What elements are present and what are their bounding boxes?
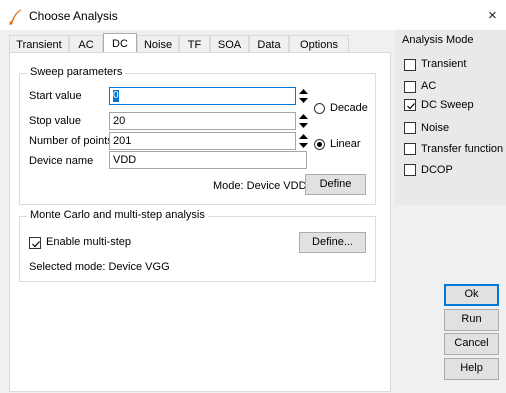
transient-mode-label: Transient <box>421 58 467 70</box>
checkmark-icon <box>32 241 40 248</box>
linear-radio[interactable] <box>314 139 325 150</box>
number-of-points-label: Number of points <box>29 135 113 147</box>
noise-checkbox[interactable] <box>404 122 416 134</box>
start-value-text: 0 <box>113 90 119 103</box>
stop-value-input[interactable]: 20 <box>109 112 296 130</box>
number-of-points-input[interactable]: 201 <box>109 132 296 150</box>
window-title: Choose Analysis <box>29 9 118 23</box>
transfer-function-mode-label: Transfer function <box>421 143 504 155</box>
stop-value-spinner-icon[interactable] <box>298 112 309 130</box>
checkmark-icon <box>407 103 415 110</box>
tab-ac[interactable]: AC <box>69 35 103 53</box>
tab-data[interactable]: Data <box>249 35 289 53</box>
linear-label: Linear <box>330 138 361 150</box>
tab-noise[interactable]: Noise <box>137 35 179 53</box>
device-name-input[interactable]: VDD <box>109 151 307 169</box>
enable-multi-step-label: Enable multi-step <box>46 236 131 248</box>
transfer-function-checkbox[interactable] <box>404 143 416 155</box>
stop-value-label: Stop value <box>29 115 81 127</box>
ok-button[interactable]: Ok <box>444 284 499 306</box>
monte-carlo-define-button[interactable]: Define... <box>299 232 366 253</box>
start-value-spinner-icon[interactable] <box>298 87 309 105</box>
app-icon <box>9 9 22 25</box>
transient-checkbox[interactable] <box>404 59 416 71</box>
start-value-label: Start value <box>29 90 82 102</box>
tab-soa[interactable]: SOA <box>210 35 249 53</box>
enable-multi-step-checkbox[interactable] <box>29 237 41 249</box>
close-button[interactable]: × <box>488 7 497 24</box>
sweep-parameters-title: Sweep parameters <box>27 66 126 78</box>
device-name-label: Device name <box>29 155 94 167</box>
monte-carlo-title: Monte Carlo and multi-step analysis <box>27 209 208 221</box>
analysis-mode-panel <box>395 30 506 205</box>
noise-mode-label: Noise <box>421 122 450 134</box>
decade-radio[interactable] <box>314 103 325 114</box>
tab-tf[interactable]: TF <box>179 35 210 53</box>
analysis-mode-title: Analysis Mode <box>402 34 474 46</box>
sweep-mode-text: Mode: Device VDD <box>213 180 307 192</box>
selected-mode-text: Selected mode: Device VGG <box>29 261 170 273</box>
dc-sweep-mode-label: DC Sweep <box>421 99 474 111</box>
number-of-points-spinner-icon[interactable] <box>298 132 309 150</box>
ac-checkbox[interactable] <box>404 81 416 93</box>
tab-options[interactable]: Options <box>289 35 349 53</box>
cancel-button[interactable]: Cancel <box>444 333 499 355</box>
help-button[interactable]: Help <box>444 358 499 380</box>
start-value-input[interactable]: 0 <box>109 87 296 105</box>
run-button[interactable]: Run <box>444 309 499 331</box>
dc-sweep-checkbox[interactable] <box>404 99 416 111</box>
sweep-define-button[interactable]: Define <box>305 174 366 195</box>
decade-label: Decade <box>330 102 368 114</box>
ac-mode-label: AC <box>421 80 437 92</box>
tab-transient[interactable]: Transient <box>9 35 69 53</box>
dcop-mode-label: DCOP <box>421 164 453 176</box>
tab-dc[interactable]: DC <box>103 33 137 53</box>
dcop-checkbox[interactable] <box>404 164 416 176</box>
